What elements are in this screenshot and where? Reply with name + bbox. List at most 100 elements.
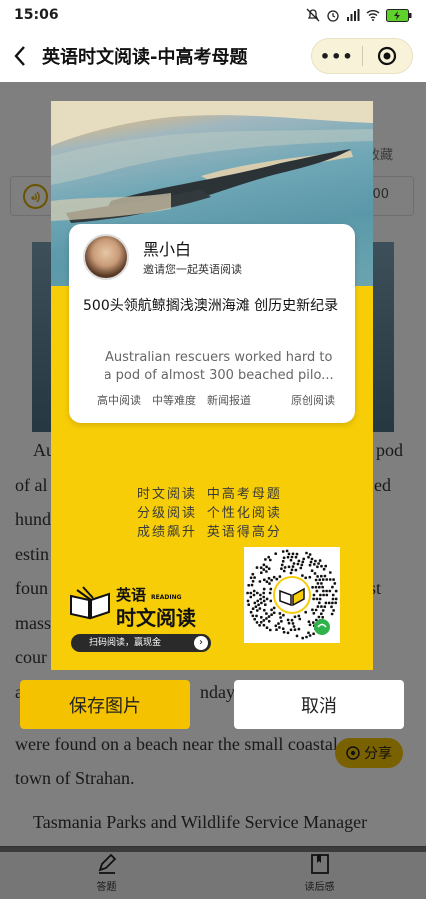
qr-dot [262, 591, 265, 595]
qr-dot [310, 569, 314, 572]
qr-dot [321, 585, 324, 589]
qr-dot [255, 621, 259, 624]
qr-dot [308, 563, 312, 567]
excerpt-line-2: save a pod of almost 300 beached pilo... [105, 368, 334, 383]
qr-dot [259, 621, 263, 624]
qr-dot [246, 591, 249, 595]
qr-dot [327, 601, 331, 605]
qr-dot [317, 562, 320, 565]
qr-dot [283, 566, 287, 569]
qr-dot [286, 618, 290, 622]
qr-dot [316, 575, 319, 578]
qr-dot [277, 622, 280, 625]
qr-dot [246, 599, 250, 603]
qr-dot [305, 635, 308, 639]
qr-dot [314, 608, 318, 612]
qr-dot [332, 609, 335, 612]
save-image-button[interactable]: 保存图片 [20, 680, 190, 729]
qr-dot [249, 610, 253, 614]
qr-dot [299, 566, 303, 570]
qr-dot [292, 625, 296, 628]
slogan-line: 时文阅读 中高考母题 [137, 487, 282, 502]
close-program-button[interactable] [363, 39, 413, 73]
qr-dot [334, 597, 338, 601]
qr-dot [325, 578, 328, 581]
qr-dot [316, 582, 320, 585]
qr-dot [320, 574, 323, 578]
qr-dot [295, 634, 299, 638]
qr-dot [331, 597, 335, 601]
more-menu-button[interactable]: ••• [312, 39, 362, 73]
qr-dot [279, 616, 282, 619]
brand-logo: 英语 READING 时文阅读 扫码阅读，赢现金 › [69, 580, 219, 655]
qr-dot [313, 572, 317, 575]
qr-dot [280, 620, 283, 623]
qr-dot [256, 591, 259, 595]
qr-dot [262, 619, 266, 622]
qr-dot [275, 577, 279, 581]
qr-dot [274, 624, 278, 628]
qr-dot [329, 571, 332, 574]
qr-dot [262, 587, 266, 591]
qr-dot [260, 571, 263, 574]
qr-dot [320, 564, 323, 568]
slogan-block: 时文阅读 中高考母题 分级阅读 个性化阅读 成绩飙升 英语得高分 [137, 485, 282, 542]
qr-dot [265, 597, 269, 601]
logo-chinese-text: 时文阅读 [116, 606, 196, 630]
qr-dot [289, 558, 293, 562]
tag: 新闻报道 [207, 394, 251, 407]
qr-dot [325, 593, 329, 597]
qr-dot [334, 589, 338, 593]
qr-dot [297, 559, 301, 563]
qr-dot [294, 568, 298, 572]
qr-dot [278, 612, 282, 615]
qr-dot [318, 559, 322, 562]
qr-dot [259, 566, 263, 569]
qr-dot [262, 563, 266, 567]
cancel-button[interactable]: 取消 [234, 680, 404, 729]
qr-dot [290, 618, 294, 622]
qr-dot [332, 578, 335, 581]
qr-dot [295, 552, 299, 556]
qr-dot [323, 605, 327, 608]
qr-dot [265, 580, 269, 583]
qr-dot [293, 628, 297, 631]
excerpt-line-1: Australian rescuers worked hard to [105, 350, 333, 365]
qr-dot [282, 613, 285, 617]
qr-dot [269, 599, 273, 603]
chevron-left-icon [14, 46, 25, 66]
back-button[interactable] [0, 30, 40, 82]
qr-dot [263, 608, 266, 612]
qr-dot [319, 593, 322, 597]
qr-dot [292, 562, 296, 565]
qr-dot [264, 558, 267, 561]
qr-dot [256, 599, 259, 603]
qr-dot [278, 575, 282, 578]
qr-dot [272, 606, 276, 610]
qr-dot [249, 576, 253, 580]
article-excerpt: Australian rescuers worked hard to save … [105, 349, 345, 385]
qr-dot [253, 601, 257, 605]
qr-dot [290, 555, 294, 559]
qr-dot [255, 614, 258, 618]
qr-dot [323, 574, 327, 578]
qr-dot [268, 582, 271, 585]
qr-dot [294, 555, 298, 559]
nav-bar: 英语时文阅读-中高考母题 ••• [0, 30, 426, 82]
qr-dot [262, 599, 266, 603]
qr-dot [313, 563, 316, 566]
qr-dot [287, 621, 291, 625]
qr-dot [280, 563, 284, 567]
qr-dot [270, 608, 273, 612]
battery-charging-icon [386, 8, 412, 22]
qr-dot [318, 597, 322, 601]
qr-dot [281, 550, 285, 553]
qr-dot [281, 627, 285, 630]
qr-dot [287, 565, 291, 569]
qr-dot [253, 576, 256, 579]
qr-dot [293, 615, 297, 619]
qr-dot [334, 601, 337, 605]
qr-dot [321, 616, 324, 619]
slogan-line: 成绩飙升 英语得高分 [137, 525, 282, 540]
invite-text: 邀请您一起英语阅读 [143, 263, 242, 276]
